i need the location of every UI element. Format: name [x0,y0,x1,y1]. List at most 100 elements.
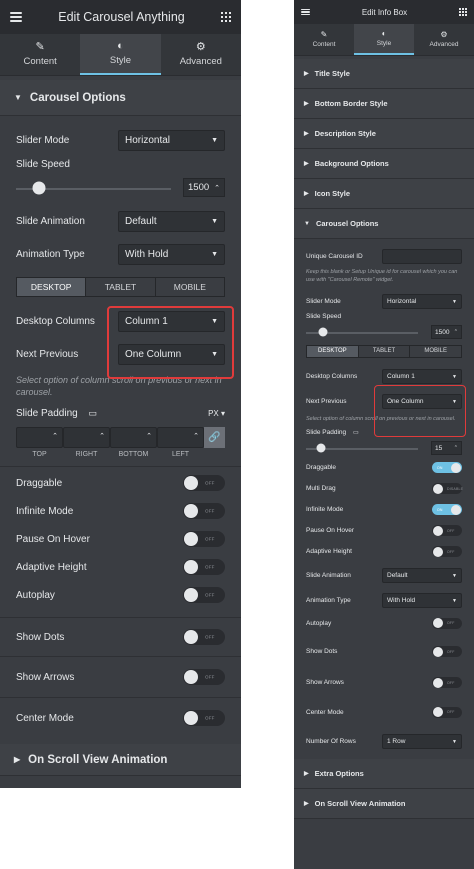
tab-advanced[interactable]: ⚙ Advanced [414,24,474,55]
center-mode-switch[interactable]: OFF [183,710,225,726]
slide-speed-slider[interactable] [16,180,171,196]
slider-handle[interactable] [318,327,328,337]
widgets-grid-icon[interactable] [458,8,467,16]
device-mobile[interactable]: MOBILE [156,278,224,296]
stepper-icon[interactable]: ⌃ [214,184,220,192]
section-carousel-options[interactable]: ▼ Carousel Options [294,209,474,239]
unit-selector[interactable]: PX ▾ [208,409,225,418]
slide-animation-row: Slide Animation Default ▼ [0,211,241,232]
padding-right-input[interactable]: ⌃ [63,427,110,448]
tab-content[interactable]: ✎ Content [0,34,80,75]
slide-speed-input[interactable]: 1500 ⌃ [431,325,462,339]
stepper-icon[interactable]: ⌃ [52,432,58,440]
adaptive-height-switch[interactable]: OFF [183,559,225,575]
padding-bottom-input[interactable]: ⌃ [110,427,157,448]
switch-text: DISABLE [447,486,464,491]
switch-knob [433,483,443,494]
slide-speed-label: Slide Speed [16,159,70,170]
switch-text: OFF [205,480,215,486]
section-bottom-border-style[interactable]: ▶ Bottom Border Style [294,89,474,119]
padding-top-input[interactable]: ⌃ [16,427,63,448]
unique-id-input[interactable] [382,249,462,264]
stepper-icon[interactable]: ⌃ [454,445,458,451]
stepper-icon[interactable]: ⌃ [99,432,105,440]
toggle-label: Show Arrows [16,671,75,683]
slider-mode-select[interactable]: Horizontal ▼ [382,294,462,309]
device-desktop[interactable]: DESKTOP [307,346,359,357]
section-description-style[interactable]: ▶ Description Style [294,119,474,149]
next-previous-label: Next Previous [306,398,347,405]
select-value: Column 1 [387,373,415,380]
switch-text: OFF [205,508,215,514]
autoplay-switch[interactable]: OFF [183,587,225,603]
dropdown-arrow-icon: ▼ [452,298,457,305]
device-tablet[interactable]: TABLET [359,346,411,357]
section-background-options[interactable]: ▶ Background Options [294,149,474,179]
widgets-grid-icon[interactable] [221,12,231,22]
slide-padding-slider[interactable] [306,442,418,454]
section-icon-style[interactable]: ▶ Icon Style [294,179,474,209]
show-arrows-switch[interactable]: OFF [183,669,225,685]
pause-on-hover-switch[interactable]: OFF [183,531,225,547]
padding-left-input[interactable]: ⌃ [157,427,204,448]
infinite-mode-switch[interactable]: OFF [183,503,225,519]
pause-on-hover-switch[interactable]: OFF [432,525,462,536]
slider-handle[interactable] [316,443,326,453]
autoplay-switch[interactable]: OFF [432,617,462,629]
switch-text: OFF [205,564,215,570]
switch-text: ON [437,465,443,470]
animation-type-select[interactable]: With Hold ▼ [118,244,225,265]
draggable-switch[interactable]: ON [432,462,462,473]
infinite-mode-switch[interactable]: ON [432,504,462,515]
panel-title: Edit Info Box [361,7,408,17]
section-on-scroll-view-animation[interactable]: ▶ On Scroll View Animation [294,789,474,819]
number-of-rows-row: Number Of Rows 1 Row ▼ [294,734,474,749]
device-tablet[interactable]: TABLET [86,278,156,296]
gear-icon: ⚙ [195,41,206,53]
stepper-icon[interactable]: ⌃ [193,432,199,440]
draggable-switch[interactable]: OFF [183,475,225,491]
switch-text: ON [437,507,443,512]
tab-style[interactable]: ◐ Style [80,34,161,75]
section-title: Bottom Border Style [314,99,388,108]
device-mobile[interactable]: MOBILE [410,346,461,357]
stepper-icon[interactable]: ⌃ [146,432,152,440]
animation-type-select[interactable]: With Hold ▼ [382,593,462,608]
slide-animation-select[interactable]: Default ▼ [118,211,225,232]
adaptive-height-switch[interactable]: OFF [432,546,462,557]
show-dots-switch[interactable]: OFF [183,629,225,645]
select-value: Horizontal [387,298,417,305]
center-mode-switch[interactable]: OFF [432,706,462,718]
device-desktop[interactable]: DESKTOP [17,278,87,296]
tab-content[interactable]: ✎ Content [294,24,354,55]
stepper-icon[interactable]: ⌃ [454,329,458,335]
slider-handle[interactable] [32,181,46,194]
slide-speed-input[interactable]: 1500 ⌃ [183,178,225,197]
toggle-label: Center Mode [306,708,344,716]
switch-text: OFF [447,528,455,533]
hamburger-menu-icon[interactable] [10,12,22,22]
section-title: Title Style [314,69,350,78]
link-values-icon[interactable]: 🔗 [204,427,225,448]
show-arrows-switch[interactable]: OFF [432,677,462,688]
desktop-monitor-icon: ▭ [88,408,98,418]
section-carousel-options[interactable]: ▼ Carousel Options [0,80,241,116]
show-dots-switch[interactable]: OFF [432,646,462,657]
half-circle-icon: ◐ [117,40,124,52]
number-of-rows-select[interactable]: 1 Row ▼ [382,734,462,749]
slider-mode-select[interactable]: Horizontal ▼ [118,130,225,151]
tab-style[interactable]: ◐ Style [354,24,414,55]
section-on-scroll-view-animation[interactable]: ▶ On Scroll View Animation [0,744,241,776]
slide-speed-slider[interactable] [306,326,418,338]
caret-right-icon: ▶ [304,71,309,77]
multi-drag-switch[interactable]: DISABLE [432,483,464,494]
section-title: Carousel Options [29,91,126,104]
desktop-columns-select[interactable]: Column 1 ▼ [382,369,462,384]
tab-advanced[interactable]: ⚙ Advanced [161,34,241,75]
hamburger-menu-icon[interactable] [301,8,310,16]
toggle-row-adaptive-height: Adaptive Height OFF [294,541,474,562]
section-title-style[interactable]: ▶ Title Style [294,59,474,89]
slide-padding-input[interactable]: 15 ⌃ [431,441,462,455]
section-extra-options[interactable]: ▶ Extra Options [294,759,474,789]
slide-animation-select[interactable]: Default ▼ [382,568,462,583]
